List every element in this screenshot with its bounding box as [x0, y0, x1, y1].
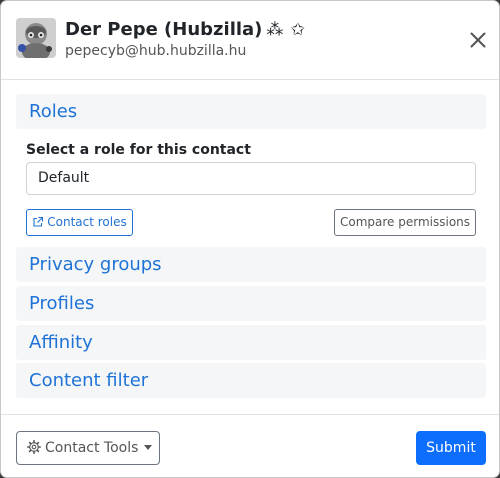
- section-roles[interactable]: Roles: [16, 94, 486, 129]
- contact-handle: pepecyb@hub.hubzilla.hu: [65, 43, 247, 59]
- section-affinity[interactable]: Affinity: [16, 325, 486, 360]
- section-roles-title[interactable]: Roles: [29, 94, 77, 129]
- contact-name: Der Pepe (Hubzilla) ⁂ ✩: [65, 18, 306, 42]
- contact-tools-label: Contact Tools: [45, 440, 139, 456]
- section-profiles-title[interactable]: Profiles: [29, 286, 94, 321]
- contact-tools-dropdown[interactable]: Contact Tools: [16, 431, 160, 465]
- submit-button[interactable]: Submit: [416, 431, 486, 465]
- close-icon: [470, 32, 486, 48]
- role-select[interactable]: Default: [26, 162, 476, 195]
- section-privacy-groups[interactable]: Privacy groups: [16, 247, 486, 282]
- modal-header: Der Pepe (Hubzilla) ⁂ ✩ pepecyb@hub.hubzi…: [1, 1, 499, 80]
- chevron-down-icon: [144, 445, 153, 450]
- external-link-icon: [32, 212, 44, 237]
- section-privacy-groups-title[interactable]: Privacy groups: [29, 247, 162, 282]
- section-affinity-title[interactable]: Affinity: [29, 325, 93, 360]
- section-content-filter[interactable]: Content filter: [16, 363, 486, 398]
- gear-icon: [27, 434, 41, 466]
- close-button[interactable]: [465, 27, 491, 53]
- role-select-label: Select a role for this contact: [26, 142, 251, 158]
- contact-roles-label: Contact roles: [47, 215, 127, 229]
- contact-name-text: Der Pepe (Hubzilla): [65, 19, 263, 40]
- section-profiles[interactable]: Profiles: [16, 286, 486, 321]
- network-glyphs: ⁂ ✩: [266, 20, 307, 40]
- modal-footer: Contact Tools Submit: [1, 414, 499, 477]
- section-content-filter-title[interactable]: Content filter: [29, 363, 148, 398]
- contact-roles-button[interactable]: Contact roles: [26, 209, 133, 236]
- contact-edit-modal: Der Pepe (Hubzilla) ⁂ ✩ pepecyb@hub.hubzi…: [0, 0, 500, 478]
- compare-permissions-button[interactable]: Compare permissions: [334, 209, 476, 236]
- avatar: [16, 18, 56, 58]
